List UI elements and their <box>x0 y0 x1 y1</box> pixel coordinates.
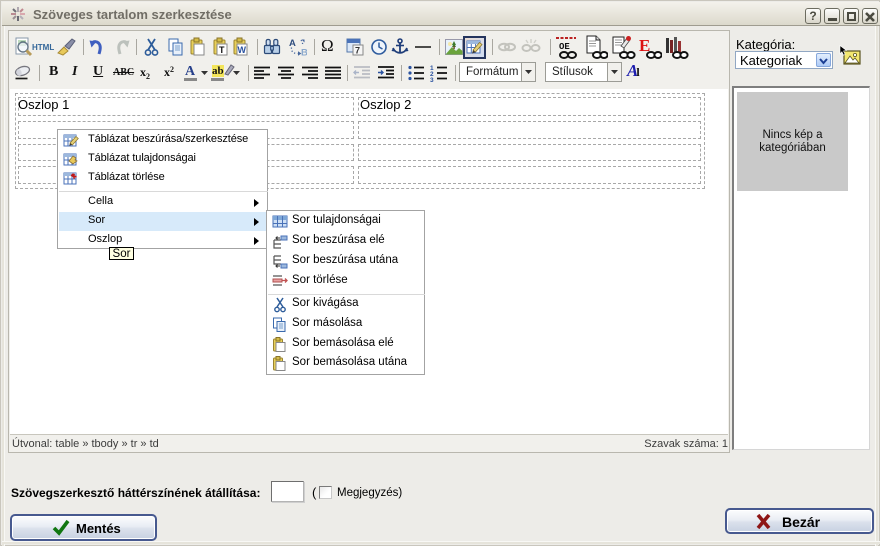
svg-text:B: B <box>301 48 307 58</box>
svg-text:T: T <box>219 45 225 55</box>
svg-text:7: 7 <box>355 46 360 56</box>
svg-text:A: A <box>289 38 296 49</box>
svg-text:3: 3 <box>430 77 434 83</box>
svg-text:OE: OE <box>559 42 570 52</box>
svg-text:W: W <box>238 45 247 55</box>
